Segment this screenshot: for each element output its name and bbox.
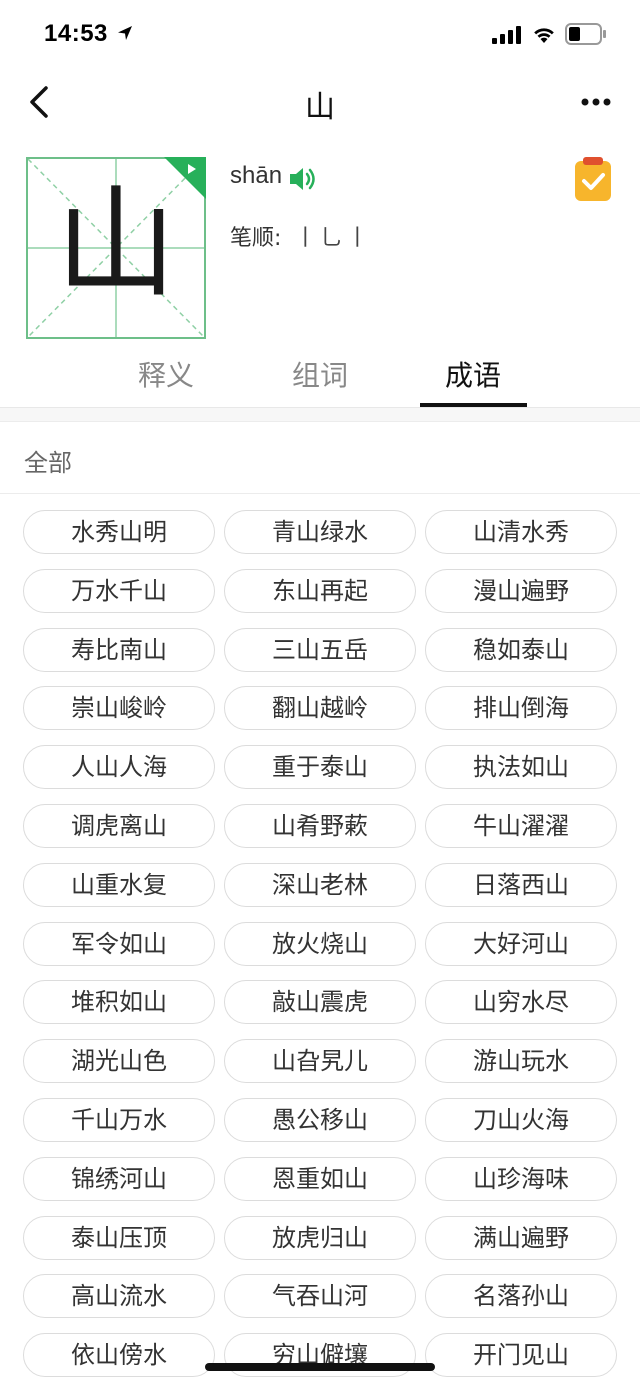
idiom-chip[interactable]: 水秀山明: [23, 510, 215, 554]
idiom-chip[interactable]: 深山老林: [224, 863, 416, 907]
idiom-chip[interactable]: 名落孙山: [425, 1274, 617, 1318]
idiom-chip[interactable]: 寿比南山: [23, 628, 215, 672]
idiom-chip[interactable]: 恩重如山: [224, 1157, 416, 1201]
idiom-chip[interactable]: 牛山濯濯: [425, 804, 617, 848]
idiom-chip[interactable]: 万水千山: [23, 569, 215, 613]
idiom-chip[interactable]: 调虎离山: [23, 804, 215, 848]
home-indicator: [205, 1363, 435, 1371]
idiom-chip[interactable]: 气吞山河: [224, 1274, 416, 1318]
idiom-chip[interactable]: 漫山遍野: [425, 569, 617, 613]
battery-icon: [565, 23, 606, 45]
idiom-chip[interactable]: 日落西山: [425, 863, 617, 907]
idiom-chip[interactable]: 东山再起: [224, 569, 416, 613]
idiom-chip[interactable]: 三山五岳: [224, 628, 416, 672]
idiom-chip[interactable]: 开门见山: [425, 1333, 617, 1377]
character-writing-box[interactable]: 山: [26, 157, 206, 339]
location-arrow-icon: [118, 26, 132, 40]
clipboard-check-icon[interactable]: [575, 157, 611, 203]
stroke-order-row: 笔顺: 丨乚丨: [230, 220, 372, 252]
idiom-chip[interactable]: 千山万水: [23, 1098, 215, 1142]
play-icon[interactable]: [164, 157, 206, 199]
status-bar: 14:53: [0, 0, 640, 70]
stroke-order-label: 笔顺:: [230, 226, 282, 251]
idiom-chip[interactable]: 翻山越岭: [224, 686, 416, 730]
more-dots-icon[interactable]: [580, 92, 612, 112]
idiom-chip[interactable]: 执法如山: [425, 745, 617, 789]
idiom-chip[interactable]: 放火烧山: [224, 922, 416, 966]
filter-divider: [0, 493, 640, 494]
idiom-chip[interactable]: 高山流水: [23, 1274, 215, 1318]
nav-bar: 山: [0, 70, 640, 134]
idiom-chip[interactable]: 青山绿水: [224, 510, 416, 554]
idiom-chip[interactable]: 湖光山色: [23, 1039, 215, 1083]
speaker-icon[interactable]: [288, 165, 318, 193]
idiom-chip[interactable]: 山旮旯儿: [224, 1039, 416, 1083]
filter-row: 全部: [0, 423, 640, 493]
page-title: 山: [305, 90, 335, 125]
idiom-chip[interactable]: 排山倒海: [425, 686, 617, 730]
idiom-chip[interactable]: 泰山压顶: [23, 1216, 215, 1260]
idiom-chip[interactable]: 游山玩水: [425, 1039, 617, 1083]
tab-idioms[interactable]: 成语: [420, 354, 526, 408]
idiom-chip[interactable]: 敲山震虎: [224, 980, 416, 1024]
idiom-chip[interactable]: 依山傍水: [23, 1333, 215, 1377]
cellular-signal-icon: [492, 26, 521, 44]
filter-all[interactable]: 全部: [24, 443, 72, 478]
idiom-chip[interactable]: 山清水秀: [425, 510, 617, 554]
idiom-chip[interactable]: 山重水复: [23, 863, 215, 907]
status-time: 14:53: [44, 20, 108, 47]
pinyin-text: shān: [230, 162, 283, 189]
idiom-chip[interactable]: 大好河山: [425, 922, 617, 966]
idiom-chip[interactable]: 人山人海: [23, 745, 215, 789]
tab-words[interactable]: 组词: [267, 354, 373, 408]
idiom-chip[interactable]: 崇山峻岭: [23, 686, 215, 730]
idiom-chip[interactable]: 满山遍野: [425, 1216, 617, 1260]
idiom-chip[interactable]: 山肴野蔌: [224, 804, 416, 848]
idiom-chip[interactable]: 山穷水尽: [425, 980, 617, 1024]
tab-bar: 释义 组词 成语: [0, 350, 640, 408]
idiom-chip[interactable]: 军令如山: [23, 922, 215, 966]
idiom-chip[interactable]: 愚公移山: [224, 1098, 416, 1142]
idiom-chip[interactable]: 刀山火海: [425, 1098, 617, 1142]
idiom-chip[interactable]: 稳如泰山: [425, 628, 617, 672]
idiom-chip[interactable]: 重于泰山: [224, 745, 416, 789]
tab-definition[interactable]: 释义: [113, 354, 219, 408]
section-separator: [0, 408, 640, 422]
idiom-chip[interactable]: 堆积如山: [23, 980, 215, 1024]
wifi-icon: [534, 28, 554, 43]
idiom-chip[interactable]: 锦绣河山: [23, 1157, 215, 1201]
idiom-chip[interactable]: 山珍海味: [425, 1157, 617, 1201]
stroke-order-value: 丨乚丨: [294, 226, 373, 251]
idiom-chip[interactable]: 放虎归山: [224, 1216, 416, 1260]
